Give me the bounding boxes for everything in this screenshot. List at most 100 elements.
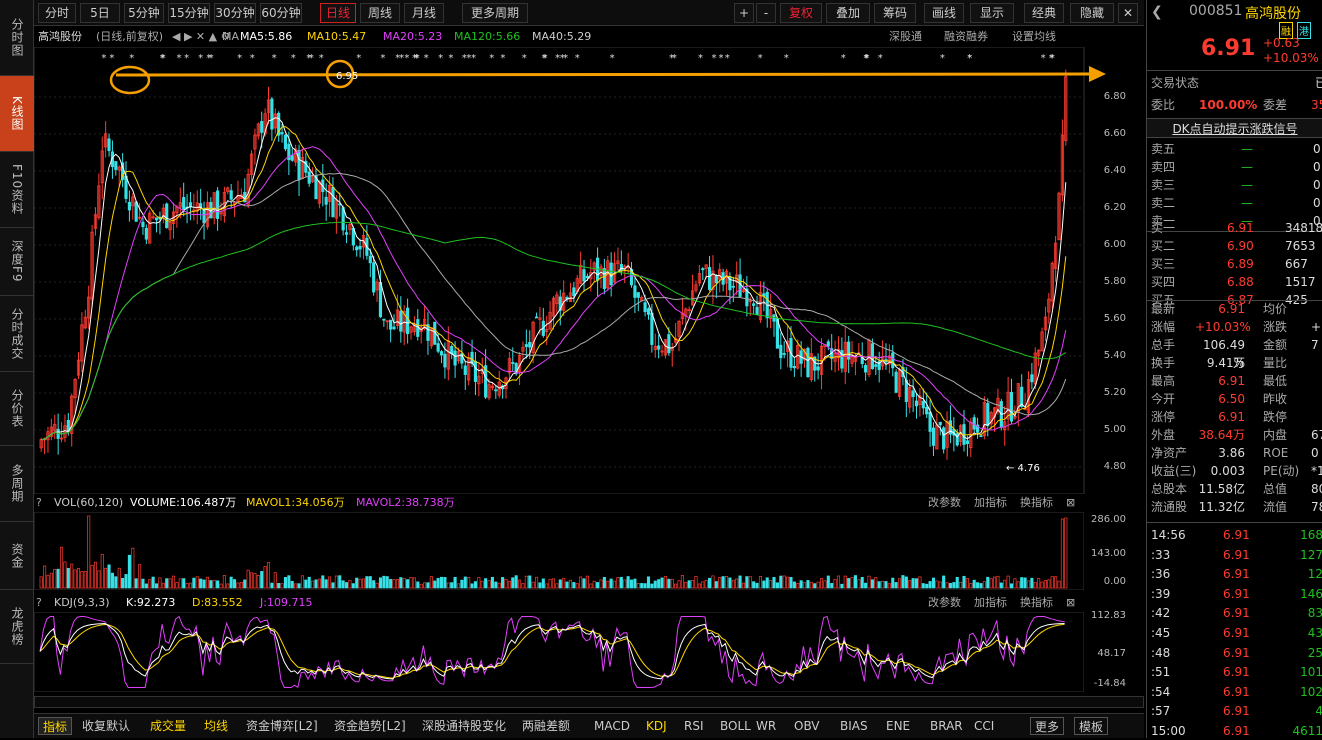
period-tab-2[interactable]: 5分钟	[124, 3, 164, 23]
quote-row: 卖三 — 0	[1151, 176, 1322, 194]
chart-frame	[34, 47, 1085, 494]
indicator-tab-14[interactable]: BIAS	[840, 717, 868, 735]
indicator-tab-5[interactable]: 资金趋势[L2]	[334, 717, 406, 735]
indicator-tab-1[interactable]: 收复默认	[82, 717, 130, 735]
nav-5[interactable]: 分价表	[0, 372, 34, 446]
volume-bar	[653, 580, 657, 589]
indicator-tab-7[interactable]: 两融差额	[522, 717, 570, 735]
period-tab-3[interactable]: 15分钟	[168, 3, 210, 23]
nav-6[interactable]: 多周期	[0, 446, 34, 522]
indicator-tab-2[interactable]: 成交量	[150, 717, 186, 735]
indicator-tab-17[interactable]: CCI	[974, 717, 994, 735]
nav-7[interactable]: 资金	[0, 522, 34, 590]
tool-btn-4[interactable]: 筹码	[874, 3, 916, 23]
tool-btn-3[interactable]: 叠加	[826, 3, 870, 23]
indicator-tab-6[interactable]: 深股通持股变化	[422, 717, 506, 735]
nav-0[interactable]: 分时图	[0, 0, 34, 76]
signal-marker: *	[940, 53, 945, 64]
period-tab-5[interactable]: 60分钟	[260, 3, 302, 23]
nav-2[interactable]: F10资料	[0, 152, 34, 228]
bid-price: 6.90	[1227, 239, 1254, 253]
tool-btn-8[interactable]: 隐藏	[1070, 3, 1114, 23]
help-icon[interactable]: ?	[36, 494, 42, 512]
indicator-tab-8[interactable]: MACD	[594, 717, 630, 735]
kdj-k-value: K:92.273	[126, 596, 176, 609]
indicator-tab-10[interactable]: RSI	[684, 717, 704, 735]
close-icon[interactable]: ⊠	[1066, 494, 1075, 512]
signal-marker: *	[758, 53, 763, 64]
indicator-tab-3[interactable]: 均线	[204, 717, 228, 735]
signal-marker: *	[575, 53, 580, 64]
nav-4[interactable]: 分时成交	[0, 296, 34, 372]
volume-bar	[633, 578, 637, 589]
quote-row: 交易状态 已	[1151, 74, 1322, 92]
kline-chart[interactable]: ** **** * ** ** ** *** *** * ** ** ** * * ** * **** **** *…	[34, 47, 1144, 494]
vol-edit-params[interactable]: 改参数	[928, 494, 961, 512]
tool-btn-6[interactable]: 显示	[970, 3, 1014, 23]
back-icon[interactable]: ❮	[1151, 4, 1163, 20]
tick-price: 6.91	[1223, 528, 1250, 542]
link-set-ma[interactable]: 设置均线	[1012, 27, 1056, 47]
volume-bar	[864, 582, 868, 589]
indicator-tab-13[interactable]: OBV	[794, 717, 820, 735]
tool-btn-1[interactable]: -	[756, 3, 776, 23]
volume-bar	[290, 580, 294, 589]
quote-row: 涨幅 +10.03% 涨跌 +	[1151, 318, 1322, 336]
signal-marker: *	[176, 53, 181, 64]
ask-volume: 0	[1313, 196, 1321, 210]
indicator-tab-11[interactable]: BOLL	[720, 717, 751, 735]
vol-switch-indicator[interactable]: 换指标	[1020, 494, 1053, 512]
indicator-tab-12[interactable]: WR	[756, 717, 776, 735]
ma10-value: MA10:5.47	[307, 30, 367, 43]
nav-3[interactable]: 深度F9	[0, 228, 34, 296]
kdj-edit-params[interactable]: 改参数	[928, 594, 961, 612]
candle-body	[986, 402, 990, 427]
link-sgt[interactable]: 深股通	[889, 27, 922, 47]
vol-add-indicator[interactable]: 加指标	[974, 494, 1007, 512]
signal-marker: *	[784, 53, 789, 64]
tool-btn-0[interactable]: +	[734, 3, 754, 23]
period-tab-1[interactable]: 5日	[80, 3, 120, 23]
volume-bar	[629, 579, 634, 589]
period-tab-4[interactable]: 30分钟	[214, 3, 256, 23]
signal-marker: *	[161, 53, 166, 64]
period-tab-8[interactable]: 月线	[404, 3, 444, 23]
stock-name: 高鸿股份	[1245, 6, 1301, 22]
indicator-tab-0[interactable]: 指标	[38, 717, 73, 735]
price-tick: 6.00	[1103, 239, 1126, 250]
volume-bar	[721, 576, 725, 589]
indicator-tab-9[interactable]: KDJ	[646, 717, 667, 735]
period-tab-6[interactable]: 日线	[320, 3, 356, 23]
indicator-tab-15[interactable]: ENE	[886, 717, 910, 735]
stock-name-label: 高鸿股份	[38, 30, 82, 43]
tool-btn-7[interactable]: 经典	[1024, 3, 1064, 23]
volume-bar	[738, 575, 742, 589]
volume-bar	[870, 579, 874, 589]
stat-value: +10.03%	[1195, 320, 1251, 334]
dk-signal-banner[interactable]: DK点自动提示涨跌信号	[1147, 118, 1322, 138]
kdj-switch-indicator[interactable]: 换指标	[1020, 594, 1053, 612]
chart-scrollbar[interactable]	[34, 696, 1144, 708]
indicator-tab-16[interactable]: BRAR	[930, 717, 963, 735]
close-icon[interactable]: ⊠	[1066, 594, 1075, 612]
period-tab-9[interactable]: 更多周期	[462, 3, 528, 23]
help-icon[interactable]: ?	[36, 594, 42, 612]
tool-btn-5[interactable]: 画线	[924, 3, 964, 23]
volume-bar	[826, 575, 830, 589]
period-tab-7[interactable]: 周线	[360, 3, 400, 23]
stat-label: 最新	[1151, 302, 1176, 316]
link-margin[interactable]: 融资融券	[944, 27, 988, 47]
volume-bar	[1020, 577, 1024, 589]
nav-8[interactable]: 龙虎榜	[0, 590, 34, 664]
kdj-add-indicator[interactable]: 加指标	[974, 594, 1007, 612]
close-icon[interactable]: ✕	[1118, 3, 1138, 23]
indicator-tab-19[interactable]: 模板	[1074, 717, 1109, 735]
indicator-tab-4[interactable]: 资金博弈[L2]	[246, 717, 318, 735]
nav-1[interactable]: K线图	[0, 76, 34, 152]
signal-marker: *	[237, 53, 242, 64]
indicator-tab-18[interactable]: 更多	[1030, 717, 1065, 735]
tool-btn-2[interactable]: 复权	[780, 3, 822, 23]
candle-body	[643, 302, 647, 313]
kdj-tick: 112.83	[1091, 610, 1126, 621]
period-tab-0[interactable]: 分时	[38, 3, 76, 23]
